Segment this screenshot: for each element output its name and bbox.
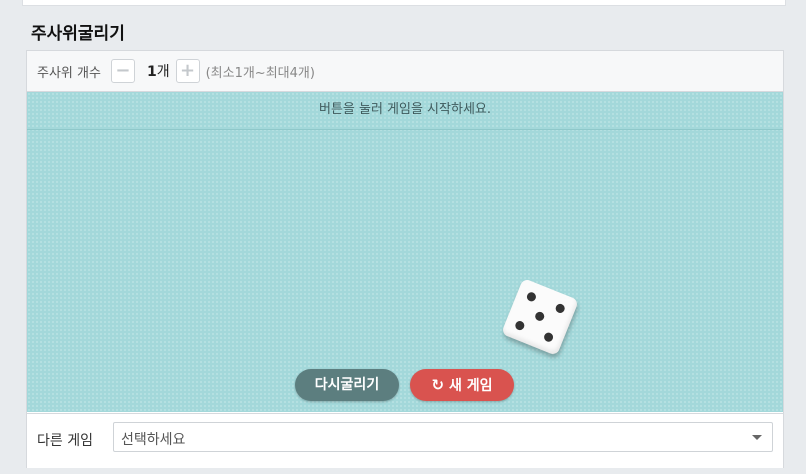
new-game-button[interactable]: ↻ 새 게임 [410,369,514,401]
top-card-edge [22,0,786,6]
dice-count-value: 1개 [147,61,170,81]
die-pip [533,310,546,323]
chevron-down-icon [752,435,762,440]
new-game-label: 새 게임 [449,378,493,394]
die [500,277,580,357]
reroll-button[interactable]: 다시굴리기 [295,369,399,401]
game-board: 버튼을 눌러 게임을 시작하세요. 다시굴리기 ↻ 새 게임 [27,92,783,412]
die-pip [542,331,555,344]
instruction-text: 버튼을 눌러 게임을 시작하세요. [27,92,783,130]
dice-count-unit: 개 [156,64,170,80]
other-games-select[interactable]: 선택하세요 [113,422,773,452]
dice-count-number: 1 [146,64,157,80]
die-pip [525,290,538,303]
other-games-row: 다른 게임 선택하세요 [27,413,783,468]
die-pip [513,319,526,332]
dice-panel: 주사위 개수 − 1개 + (최소1개~최대4개) 버튼을 눌러 게임을 시작하… [26,50,784,468]
dice-count-range: (최소1개~최대4개) [205,65,315,81]
die-pip [554,302,567,315]
decrease-dice-button[interactable]: − [110,59,135,83]
refresh-icon: ↻ [431,376,445,394]
dice-count-label: 주사위 개수 [37,65,101,81]
increase-dice-button[interactable]: + [175,59,200,83]
other-games-label: 다른 게임 [37,433,93,449]
select-value: 선택하세요 [121,432,186,448]
dice-count-bar: 주사위 개수 − 1개 + (최소1개~최대4개) [27,51,783,92]
page-title: 주사위굴리기 [31,24,125,44]
